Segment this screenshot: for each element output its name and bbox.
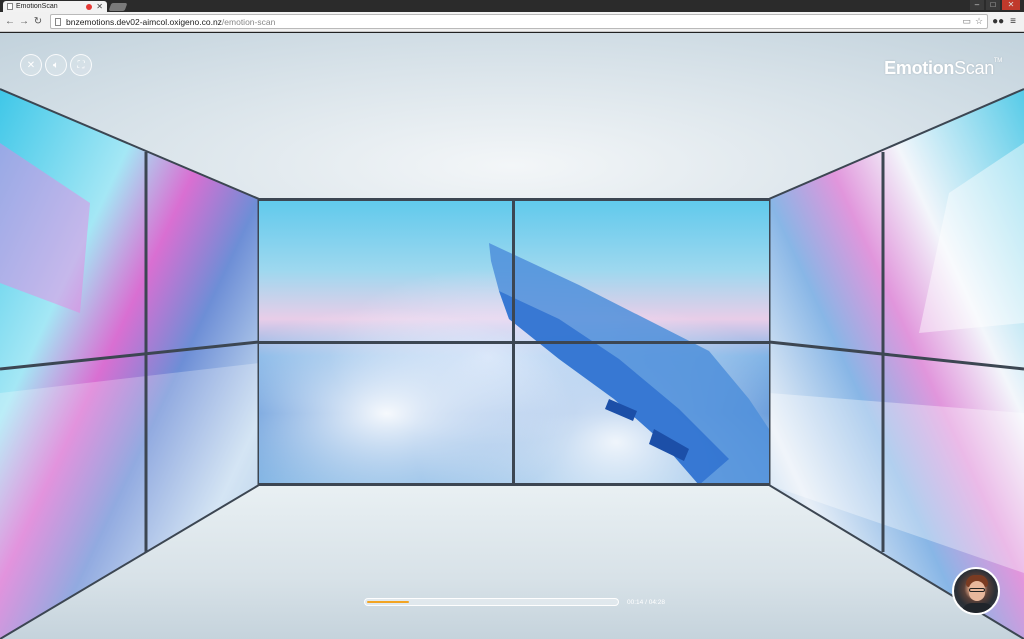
url-host: bnzemotions.dev02-aimcol.oxigeno.co.nz <box>66 16 222 27</box>
browser-toolbar: ← → ↻ bnzemotions.dev02-aimcol.oxigeno.c… <box>0 12 1024 32</box>
camera-permission-icon[interactable]: ▭ <box>962 16 971 27</box>
fullscreen-icon: ⛶ <box>77 59 85 71</box>
back-arrow-icon[interactable]: ← <box>4 15 16 29</box>
browser-tab[interactable]: EmotionScan ✕ <box>3 1 107 12</box>
url-path: /emotion-scan <box>221 16 276 27</box>
right-wall-video <box>769 88 1024 639</box>
maximize-icon[interactable]: □ <box>986 0 1000 10</box>
time-total: 04:28 <box>648 599 665 606</box>
window-close-icon[interactable]: ✕ <box>1002 0 1020 10</box>
tab-close-icon[interactable]: ✕ <box>96 2 103 11</box>
menu-icon[interactable]: ≡ <box>1010 16 1016 27</box>
volume-icon: 🔈︎ <box>53 59 59 71</box>
tab-title: EmotionScan <box>16 3 58 10</box>
progress-fill <box>367 601 409 603</box>
volume-button[interactable]: 🔈︎ <box>45 54 67 76</box>
bookmark-star-icon[interactable]: ☆ <box>975 16 983 27</box>
fullscreen-button[interactable]: ⛶ <box>70 54 92 76</box>
page-favicon-icon <box>7 3 13 10</box>
page-icon <box>55 17 61 26</box>
window-controls: – □ ✕ <box>970 0 1020 10</box>
reload-icon[interactable]: ↻ <box>32 15 44 29</box>
left-wall-video <box>0 88 259 639</box>
time-readout: 00:14 / 04:28 <box>627 599 665 606</box>
webcam-preview <box>952 567 1000 615</box>
panel-divider <box>512 199 515 485</box>
emotion-scan-scene: ✕ 🔈︎ ⛶ EmotionScanTM 00:14 / 04:28 <box>0 33 1024 639</box>
recording-indicator-icon <box>86 3 93 10</box>
new-tab-button[interactable] <box>108 3 128 11</box>
browser-tabstrip: EmotionScan ✕ – □ ✕ <box>0 0 1024 12</box>
video-progress-bar[interactable] <box>364 598 619 606</box>
close-icon: ✕ <box>26 59 36 71</box>
time-current: 00:14 <box>627 599 644 606</box>
emotionscan-logo: EmotionScanTM <box>884 58 1002 78</box>
address-bar[interactable]: bnzemotions.dev02-aimcol.oxigeno.co.nz /… <box>50 14 989 29</box>
forward-arrow-icon[interactable]: → <box>18 15 30 29</box>
close-button[interactable]: ✕ <box>20 54 42 76</box>
minimize-icon[interactable]: – <box>970 0 984 10</box>
extension-icon[interactable]: ●● <box>992 16 1004 27</box>
